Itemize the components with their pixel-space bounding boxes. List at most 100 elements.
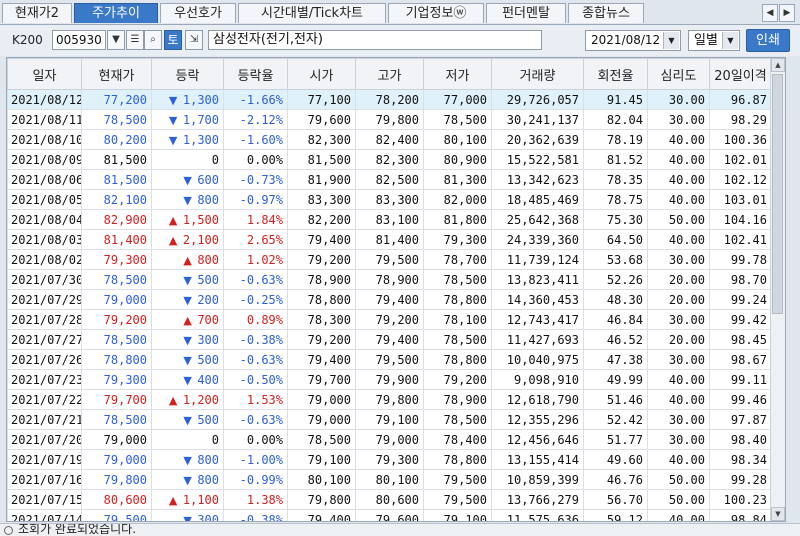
stock-code-input[interactable]: 005930 bbox=[52, 30, 106, 50]
table-row[interactable]: 2021/08/09 81,500 0 0.00% 81,500 82,300 80,900… bbox=[7, 149, 772, 170]
cell-low: 78,800 bbox=[423, 349, 492, 370]
table-row[interactable]: 2021/07/30 78,500 ▼ 500 -0.63% 78,900 78,900 78… bbox=[7, 269, 772, 290]
scroll-up-icon[interactable]: ▲ bbox=[771, 58, 785, 72]
list-icon[interactable]: ☰ bbox=[126, 30, 144, 50]
cell-date: 2021/07/22 bbox=[7, 389, 82, 410]
cell-close: 79,300 bbox=[81, 249, 152, 270]
link-icon[interactable]: ⇲ bbox=[185, 30, 203, 50]
search-icon[interactable]: ⌕ bbox=[144, 30, 162, 50]
column-header-low[interactable]: 저가 bbox=[423, 58, 492, 90]
tab-time-tick-chart[interactable]: 시간대별/Tick차트 bbox=[238, 3, 386, 23]
cell-volume: 12,355,296 bbox=[491, 409, 584, 430]
cell-psychology: 40.00 bbox=[647, 369, 710, 390]
column-header-turnover[interactable]: 회전율 bbox=[583, 58, 648, 90]
cell-change: ▼ 500 bbox=[151, 269, 224, 290]
cell-psychology: 50.00 bbox=[647, 469, 710, 490]
table-row[interactable]: 2021/07/26 78,800 ▼ 500 -0.63% 79,400 79,500 78… bbox=[7, 349, 772, 370]
cell-rate: 1.53% bbox=[223, 389, 288, 410]
table-row[interactable]: 2021/08/03 81,400 ▲ 2,100 2.65% 79,400 81,400 7… bbox=[7, 229, 772, 250]
vertical-scrollbar[interactable]: ▲ ▼ bbox=[770, 58, 785, 521]
tab-current-price-2[interactable]: 현재가2 bbox=[2, 3, 72, 23]
table-row[interactable]: 2021/08/02 79,300 ▲ 800 1.02% 79,200 79,500 78,… bbox=[7, 249, 772, 270]
cell-volume: 13,155,414 bbox=[491, 449, 584, 470]
table-row[interactable]: 2021/07/20 79,000 0 0.00% 78,500 79,000 78,400… bbox=[7, 429, 772, 450]
cell-turnover: 64.50 bbox=[583, 229, 648, 250]
scroll-down-icon[interactable]: ▼ bbox=[771, 507, 785, 521]
cell-disparity: 102.12 bbox=[709, 169, 772, 190]
table-row[interactable]: 2021/07/15 80,600 ▲ 1,100 1.38% 79,800 80,600 7… bbox=[7, 489, 772, 510]
tab-prev-icon[interactable]: ◀ bbox=[762, 4, 778, 22]
scroll-thumb[interactable] bbox=[772, 74, 783, 314]
column-header-date[interactable]: 일자 bbox=[7, 58, 82, 90]
column-header-psychology[interactable]: 심리도 bbox=[647, 58, 710, 90]
column-header-change[interactable]: 등락 bbox=[151, 58, 224, 90]
column-header-open[interactable]: 시가 bbox=[287, 58, 356, 90]
table-row[interactable]: 2021/07/28 79,200 ▲ 700 0.89% 78,300 79,200 78,… bbox=[7, 309, 772, 330]
toggle-button[interactable]: 토 bbox=[164, 30, 182, 50]
cell-date: 2021/07/26 bbox=[7, 349, 82, 370]
tab-news[interactable]: 종합뉴스 bbox=[568, 3, 644, 23]
cell-open: 79,400 bbox=[287, 229, 356, 250]
cell-rate: -1.00% bbox=[223, 449, 288, 470]
change-value: 800 bbox=[197, 192, 219, 207]
cell-turnover: 52.26 bbox=[583, 269, 648, 290]
tab-priority-quote[interactable]: 우선호가 bbox=[160, 3, 236, 23]
cell-disparity: 98.70 bbox=[709, 269, 772, 290]
cell-volume: 13,766,279 bbox=[491, 489, 584, 510]
cell-high: 79,200 bbox=[355, 309, 424, 330]
cell-disparity: 99.78 bbox=[709, 249, 772, 270]
cell-disparity: 98.29 bbox=[709, 109, 772, 130]
cell-open: 79,200 bbox=[287, 329, 356, 350]
table-row[interactable]: 2021/08/10 80,200 ▼ 1,300 -1.60% 82,300 82,400… bbox=[7, 129, 772, 150]
table-row[interactable]: 2021/07/19 79,000 ▼ 800 -1.00% 79,100 79,300 78… bbox=[7, 449, 772, 470]
cell-volume: 13,823,411 bbox=[491, 269, 584, 290]
table-row[interactable]: 2021/07/23 79,300 ▼ 400 -0.50% 79,700 79,900 79… bbox=[7, 369, 772, 390]
cell-change: ▼ 800 bbox=[151, 469, 224, 490]
cell-close: 79,200 bbox=[81, 309, 152, 330]
table-row[interactable]: 2021/07/22 79,700 ▲ 1,200 1.53% 79,000 79,800 7… bbox=[7, 389, 772, 410]
table-row[interactable]: 2021/08/04 82,900 ▲ 1,500 1.84% 82,200 83,100 8… bbox=[7, 209, 772, 230]
cell-low: 80,900 bbox=[423, 149, 492, 170]
table-row[interactable]: 2021/07/29 79,000 ▼ 200 -0.25% 78,800 79,400 78… bbox=[7, 289, 772, 310]
arrow-down-icon: ▼ bbox=[168, 133, 178, 147]
column-header-volume[interactable]: 거래량 bbox=[491, 58, 584, 90]
price-table-body: 2021/08/12 77,200 ▼ 1,300 -1.66% 77,100 78,200… bbox=[7, 89, 772, 521]
table-row[interactable]: 2021/07/14 79,500 ▼ 300 -0.38% 79,400 79,600 79… bbox=[7, 509, 772, 521]
table-row[interactable]: 2021/08/06 81,500 ▼ 600 -0.73% 81,900 82,500 81… bbox=[7, 169, 772, 190]
cell-open: 78,300 bbox=[287, 309, 356, 330]
table-header-row: 일자 현재가 등락 등락율 시가 고가 저가 거래량 회전율 심리도 20일이격 bbox=[7, 58, 772, 90]
tab-fundamental[interactable]: 펀더멘탈 bbox=[486, 3, 566, 23]
tab-price-trend[interactable]: 주가추이 bbox=[74, 3, 158, 23]
cell-change: ▲ 1,100 bbox=[151, 489, 224, 510]
change-value: 0 bbox=[211, 432, 219, 447]
period-select[interactable]: 일별 ▼ bbox=[688, 30, 740, 51]
tab-next-icon[interactable]: ▶ bbox=[779, 4, 795, 22]
column-header-rate[interactable]: 등락율 bbox=[223, 58, 288, 90]
chevron-down-icon[interactable]: ▼ bbox=[663, 32, 679, 49]
table-row[interactable]: 2021/08/11 78,500 ▼ 1,700 -2.12% 79,600 79,800… bbox=[7, 109, 772, 130]
column-header-high[interactable]: 고가 bbox=[355, 58, 424, 90]
table-row[interactable]: 2021/08/12 77,200 ▼ 1,300 -1.66% 77,100 78,200… bbox=[7, 89, 772, 110]
column-header-close[interactable]: 현재가 bbox=[81, 58, 152, 90]
table-row[interactable]: 2021/07/21 78,500 ▼ 500 -0.63% 79,000 79,100 78… bbox=[7, 409, 772, 430]
cell-date: 2021/08/06 bbox=[7, 169, 82, 190]
cell-high: 79,600 bbox=[355, 509, 424, 521]
arrow-down-icon: ▼ bbox=[183, 293, 192, 307]
cell-date: 2021/07/27 bbox=[7, 329, 82, 350]
chevron-down-icon[interactable]: ▼ bbox=[107, 30, 125, 50]
cell-close: 80,200 bbox=[81, 129, 152, 150]
column-header-disparity[interactable]: 20일이격 bbox=[709, 58, 772, 90]
cell-rate: 1.38% bbox=[223, 489, 288, 510]
cell-rate: -0.50% bbox=[223, 369, 288, 390]
cell-turnover: 59.12 bbox=[583, 509, 648, 521]
table-row[interactable]: 2021/08/05 82,100 ▼ 800 -0.97% 83,300 83,300 82… bbox=[7, 189, 772, 210]
tab-company-info[interactable]: 기업정보ⓦ bbox=[388, 3, 484, 23]
cell-high: 78,900 bbox=[355, 269, 424, 290]
table-row[interactable]: 2021/07/27 78,500 ▼ 300 -0.38% 79,200 79,400 78… bbox=[7, 329, 772, 350]
cell-low: 81,300 bbox=[423, 169, 492, 190]
chevron-down-icon[interactable]: ▼ bbox=[722, 32, 738, 49]
status-message: 조회가 완료되었습니다. bbox=[18, 523, 137, 536]
table-row[interactable]: 2021/07/16 79,800 ▼ 800 -0.99% 80,100 80,100 79… bbox=[7, 469, 772, 490]
print-button[interactable]: 인쇄 bbox=[746, 29, 790, 52]
date-picker[interactable]: 2021/08/12 ▼ bbox=[585, 30, 681, 51]
